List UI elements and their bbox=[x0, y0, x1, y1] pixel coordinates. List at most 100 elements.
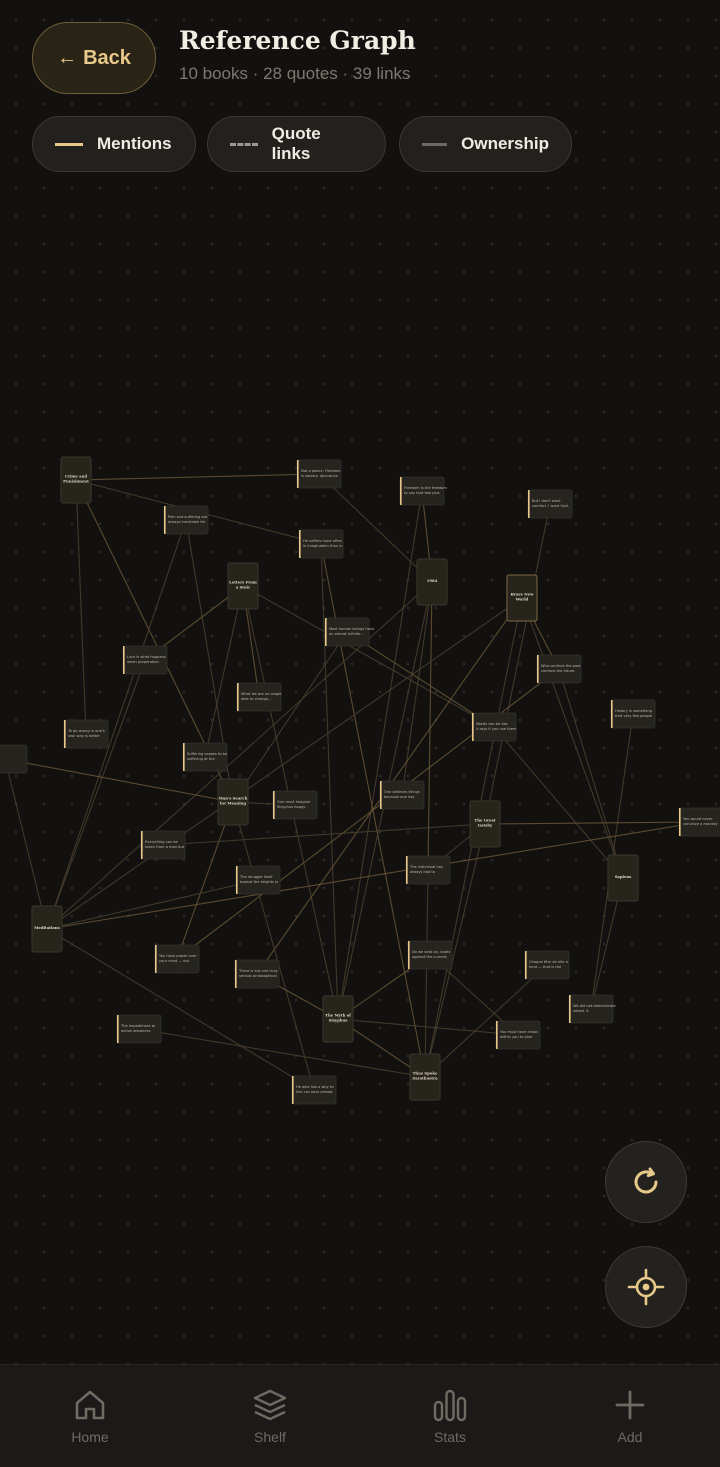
quote-node[interactable]: The impediment to action advances bbox=[116, 1014, 162, 1044]
plus-icon bbox=[615, 1390, 645, 1420]
header: ← Back Reference Graph 10 books · 28 quo… bbox=[0, 0, 720, 185]
svg-text:There is but one trulyserious: There is but one truly serious philosophi… bbox=[238, 969, 279, 978]
svg-text:To go wrong in one'sown way is: To go wrong in one's own way is better bbox=[67, 729, 105, 738]
quote-node[interactable]: We did not domesticate wheat. It bbox=[568, 994, 616, 1024]
graph-edge bbox=[232, 631, 348, 803]
stats-icon bbox=[433, 1389, 467, 1422]
crosshair-icon bbox=[627, 1268, 665, 1306]
legend-label: Mentions bbox=[97, 134, 172, 153]
quote-node[interactable]: Pain and suffering are always inevitable … bbox=[163, 505, 209, 535]
svg-text:1984: 1984 bbox=[427, 578, 438, 583]
layers-icon bbox=[253, 1389, 287, 1421]
quote-node[interactable]: There is but one truly serious philosophi… bbox=[234, 959, 280, 989]
graph-edge bbox=[424, 869, 429, 1078]
arrow-left-icon: ← bbox=[57, 46, 78, 69]
book-node[interactable]: Brave New World bbox=[506, 574, 538, 622]
quote-node[interactable]: Most human beings have an almost infinite… bbox=[324, 617, 375, 647]
book-node[interactable]: Meditations bbox=[31, 905, 63, 953]
graph-edge bbox=[46, 659, 146, 930]
nav-label: Home bbox=[71, 1429, 109, 1445]
book-node[interactable]: Man's Search for Meaning bbox=[217, 778, 249, 826]
graph-edge bbox=[75, 479, 87, 735]
quote-node[interactable]: Luck is what happens when preparation bbox=[122, 645, 168, 675]
book-node[interactable]: Crime and Punishment bbox=[60, 456, 92, 504]
book-node[interactable]: Letters From a Stoic bbox=[227, 562, 259, 610]
quote-node[interactable]: The struggle itself toward the heights is bbox=[235, 865, 281, 895]
book-node[interactable]: The Great Gatsby bbox=[469, 800, 501, 848]
home-icon bbox=[75, 1390, 105, 1420]
graph-edge bbox=[138, 1028, 426, 1078]
graph-edge bbox=[401, 581, 433, 796]
quote-node[interactable]: Chaque être vit-elle a fond — that is the bbox=[524, 950, 570, 980]
graph-edge bbox=[176, 801, 234, 960]
svg-text:Man's Searchfor Meaning: Man's Search for Meaning bbox=[219, 796, 248, 806]
quote-node[interactable]: What we are no longer able to change... bbox=[236, 682, 282, 712]
book-node[interactable]: Sapiens bbox=[607, 854, 639, 902]
quote-node[interactable]: You would never convince a monkey bbox=[678, 807, 720, 837]
quote-node[interactable]: Words can be like X-rays if you use them bbox=[471, 712, 517, 742]
svg-text:He suffers more oftenin imagin: He suffers more often in imagination than… bbox=[303, 539, 343, 548]
svg-text:Not a peace. Freedomis slavery: Not a peace. Freedom is slavery. Ignoranc… bbox=[301, 469, 341, 478]
solid-line-swatch bbox=[55, 142, 83, 146]
refresh-icon bbox=[634, 1167, 658, 1194]
book-node[interactable]: 1984 bbox=[416, 558, 448, 606]
svg-text:Pain and suffering arealways i: Pain and suffering are always inevitable … bbox=[168, 515, 208, 524]
nav-label: Stats bbox=[434, 1429, 466, 1445]
graph-edge bbox=[46, 597, 523, 930]
quote-node[interactable]: To go wrong in one's own way is better bbox=[63, 719, 109, 749]
quote-node[interactable]: Not a peace. Freedom is slavery. Ignoranc… bbox=[296, 459, 342, 489]
svg-text:The Myth ofSisyphus: The Myth of Sisyphus bbox=[325, 1013, 351, 1023]
graph-edge bbox=[75, 473, 320, 481]
svg-text:Sapiens: Sapiens bbox=[615, 874, 632, 879]
svg-text:He who has a why tolive can be: He who has a why to live can bear almost bbox=[296, 1085, 334, 1094]
graph-edge bbox=[493, 726, 624, 879]
nav-shelf[interactable]: Shelf bbox=[180, 1365, 360, 1467]
quote-node[interactable]: Suffering ceases to be suffering at the bbox=[182, 742, 228, 772]
refresh-button[interactable] bbox=[605, 1141, 687, 1223]
graph-summary: 10 books · 28 quotes · 39 links bbox=[179, 64, 411, 83]
svg-text:The struggle itselftoward the: The struggle itself toward the heights is bbox=[239, 875, 278, 884]
quote-node[interactable]: He suffers more often in imagination than… bbox=[298, 529, 344, 559]
svg-text:Crime andPunishment: Crime and Punishment bbox=[63, 474, 89, 484]
nav-label: Shelf bbox=[254, 1429, 286, 1445]
quote-node[interactable]: The individual has always had to bbox=[405, 855, 451, 885]
legend-label: Ownership bbox=[461, 134, 549, 153]
quote-node[interactable]: You must have chaos within you to give bbox=[495, 1020, 541, 1050]
quote-node[interactable]: One believes things because one has bbox=[379, 780, 425, 810]
reference-graph[interactable]: Not a peace. Freedom is slavery. Ignoranc… bbox=[0, 0, 720, 1466]
quote-node[interactable]: Everything can be taken from a man but bbox=[140, 830, 186, 860]
book-node[interactable]: Thus Spoke Zarathustra bbox=[409, 1053, 441, 1101]
quote-node[interactable]: Do we beat on, boats against the current, bbox=[407, 940, 453, 970]
legend-ownership[interactable]: Ownership bbox=[399, 116, 572, 172]
svg-text:Do we beat on, boatsagainst th: Do we beat on, boats against the current, bbox=[412, 950, 450, 959]
nav-label: Add bbox=[617, 1429, 643, 1445]
dashed-line-swatch bbox=[230, 142, 258, 146]
quote-node[interactable]: Who controls the past controls the future… bbox=[536, 654, 582, 684]
nav-add[interactable]: Add bbox=[540, 1365, 720, 1467]
svg-text:The impediment toaction advanc: The impediment to action advances bbox=[120, 1024, 155, 1033]
quote-node[interactable]: But I don't want comfort. I want God, bbox=[527, 489, 573, 519]
svg-text:Who controls the pastcontrols: Who controls the past controls the future… bbox=[541, 664, 581, 673]
quote-node[interactable]: One must imagine Sisyphus happy. bbox=[272, 790, 318, 820]
nav-stats[interactable]: Stats bbox=[360, 1365, 540, 1467]
quote-node[interactable]: He who has a why to live can bear almost bbox=[291, 1075, 337, 1105]
svg-text:Meditations: Meditations bbox=[34, 925, 60, 930]
graph-edge bbox=[346, 631, 495, 728]
graph-edge bbox=[337, 1018, 519, 1036]
legend-quote-links[interactable]: Quote links bbox=[207, 116, 386, 172]
svg-text:Thus SpokeZarathustra: Thus Spoke Zarathustra bbox=[412, 1071, 438, 1081]
legend-label: Quote links bbox=[271, 124, 321, 163]
quote-node[interactable]: History is something that very few people bbox=[610, 699, 656, 729]
quote-node[interactable]: You have power over your mind — not bbox=[154, 944, 200, 974]
quote-node[interactable]: Freedom is the freedom to say that two pl… bbox=[399, 476, 447, 506]
graph-edge bbox=[4, 758, 48, 930]
back-button[interactable]: ← Back bbox=[32, 22, 156, 94]
nav-home[interactable]: Home bbox=[0, 1365, 180, 1467]
graph-edge bbox=[337, 490, 423, 1020]
page-title: Reference Graph bbox=[179, 26, 416, 55]
quote-node[interactable]: Frost bbox=[0, 744, 28, 774]
book-node[interactable]: The Myth of Sisyphus bbox=[322, 995, 354, 1043]
legend-mentions[interactable]: Mentions bbox=[32, 116, 196, 172]
graph-edge bbox=[484, 821, 702, 825]
recenter-button[interactable] bbox=[605, 1246, 687, 1328]
